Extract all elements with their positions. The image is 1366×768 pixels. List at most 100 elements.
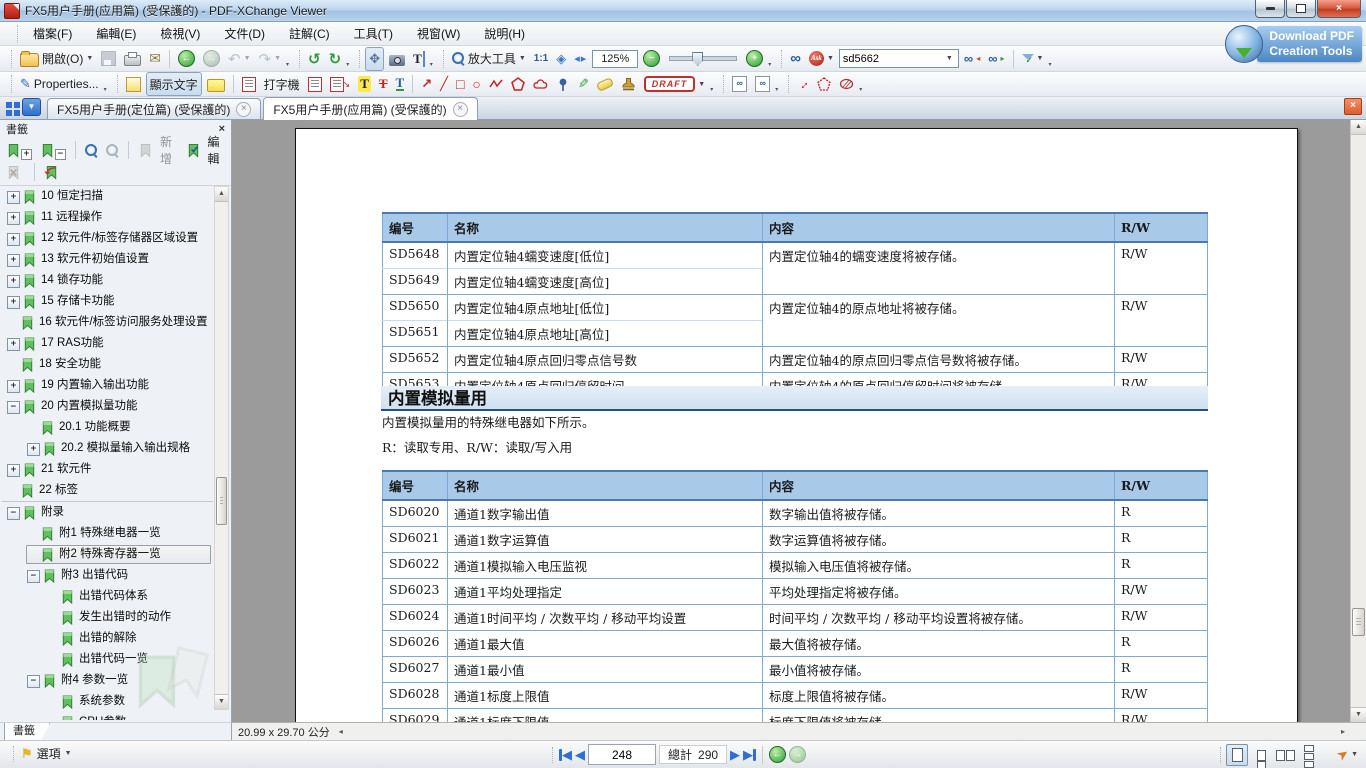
polyline-tool-button[interactable]	[486, 73, 506, 95]
zoom-tool-button[interactable]: 放大工具 ▼	[449, 48, 529, 70]
bookmark-label[interactable]: 出错代码体系	[79, 588, 148, 605]
zoom-slider[interactable]	[669, 56, 737, 61]
tab-grid-icon[interactable]	[5, 101, 20, 116]
hscroll-right-icon[interactable]: ▸	[1338, 727, 1348, 736]
goto-bookmark-button[interactable]	[42, 164, 65, 180]
bookmarks-scrollbar-thumb[interactable]	[216, 477, 227, 525]
tab-doc2-close-icon[interactable]: ×	[453, 102, 468, 117]
bookmark-label[interactable]: 出错的解除	[79, 630, 137, 647]
expand-icon[interactable]: +	[7, 338, 20, 351]
sticky-note-button[interactable]	[123, 73, 144, 95]
select-text-button[interactable]: T	[410, 48, 428, 70]
bookmarks-scrollbar[interactable]: ▲ ▼	[214, 186, 229, 710]
bookmark-item[interactable]: +17 RAS功能	[2, 333, 213, 354]
callout-tool-button[interactable]: ↘	[327, 73, 354, 95]
restore-button[interactable]	[1286, 0, 1316, 18]
collapse-icon[interactable]: −	[7, 507, 20, 520]
expand-icon[interactable]: +	[27, 443, 40, 456]
bookmark-item[interactable]: −附4 参数一览	[2, 670, 213, 691]
download-banner[interactable]: Download PDF Creation Tools	[1225, 25, 1362, 63]
hand-tool-button[interactable]: ✥	[365, 47, 384, 71]
open-button[interactable]: 開啟(O) ▼	[17, 48, 96, 70]
new-bookmark-button[interactable]: 新增	[136, 133, 180, 167]
search-options-button[interactable]: ▼	[1019, 48, 1047, 70]
bookmark-item[interactable]: 出错代码体系	[2, 586, 213, 607]
bookmark-item[interactable]: +21 软元件	[2, 459, 213, 480]
expand-icon[interactable]: +	[7, 191, 20, 204]
bookmark-label[interactable]: 13 软元件初始值设置	[41, 251, 149, 268]
continuous-facing-layout-button[interactable]	[1298, 744, 1320, 766]
menu-comments[interactable]: 註解(C)	[277, 22, 342, 45]
facing-layout-button[interactable]	[1274, 744, 1296, 766]
underline-text-button[interactable]: T	[393, 73, 408, 95]
draft-stamp-button[interactable]: DRAFT ▼	[641, 73, 708, 95]
last-page-button[interactable]: ▶	[743, 747, 756, 763]
go-forward-button[interactable]: →	[200, 48, 223, 70]
bookmark-label[interactable]: 发生出错时的动作	[79, 609, 171, 626]
bookmark-label[interactable]: 附3 出错代码	[61, 567, 128, 584]
bookmark-label[interactable]: 15 存储卡功能	[41, 293, 115, 310]
bookmark-item[interactable]: −附录	[2, 501, 213, 523]
bookmark-label[interactable]: 出错代码一览	[79, 651, 148, 668]
bookmark-label[interactable]: 18 安全功能	[39, 356, 101, 373]
link-tool-button[interactable]: ∞	[729, 73, 750, 95]
undo-button[interactable]: ↶ ▼	[225, 48, 254, 70]
next-view-button[interactable]: →	[789, 746, 806, 763]
bookmark-label[interactable]: 10 恒定扫描	[41, 188, 103, 205]
expand-icon[interactable]: +	[7, 233, 20, 246]
horizontal-scrollbar[interactable]: 20.99 x 29.70 公分 ◂ ▸	[232, 722, 1366, 740]
named-link-tool-button[interactable]: ∞	[752, 73, 773, 95]
bookmark-label[interactable]: 20.1 功能概要	[59, 419, 131, 436]
bookmark-label[interactable]: 11 远程操作	[41, 209, 102, 226]
options-label[interactable]: 選項	[37, 745, 61, 762]
expand-icon[interactable]: +	[7, 380, 20, 393]
close-document-button[interactable]: ×	[1344, 98, 1362, 115]
bookmark-item[interactable]: 系统参数	[2, 691, 213, 712]
zoom-out-button[interactable]: −	[640, 48, 663, 70]
text-block-tool-button[interactable]	[305, 73, 325, 95]
bookmark-item[interactable]: CPU参数	[2, 712, 213, 720]
menu-file[interactable]: 檔案(F)	[21, 22, 84, 45]
continuous-layout-button[interactable]	[1250, 744, 1272, 766]
pencil-tool-button[interactable]: ✎	[575, 73, 592, 95]
text-bubble-button[interactable]	[204, 73, 228, 95]
bookmark-label[interactable]: 21 软元件	[41, 461, 92, 478]
pin-tool-button[interactable]	[553, 73, 573, 95]
tab-doc1[interactable]: FX5用户手册(定位篇) (受保護的) ×	[47, 98, 261, 119]
open-dropdown-icon[interactable]: ▼	[86, 55, 93, 62]
line-tool-button[interactable]: ╱	[437, 73, 451, 95]
save-button[interactable]	[98, 48, 119, 70]
collapse-all-bookmarks-button[interactable]: −	[38, 141, 68, 160]
scroll-down-icon[interactable]: ▼	[1351, 707, 1366, 722]
highlight-text-button[interactable]: T	[355, 73, 374, 95]
draft-dropdown-icon[interactable]: ▼	[698, 81, 705, 88]
typewriter-tool-button[interactable]: 打字機	[261, 73, 303, 95]
toolbar-overflow-icon[interactable]: ▾	[104, 86, 107, 93]
bookmark-item[interactable]: 18 安全功能	[2, 354, 213, 375]
cloud-tool-button[interactable]	[530, 73, 551, 95]
toolbar-overflow-icon[interactable]: ▾	[1048, 61, 1051, 68]
redo-button[interactable]: ↷ ▼	[256, 48, 285, 70]
eraser-tool-button[interactable]	[594, 73, 616, 95]
stamp-tool-button[interactable]	[618, 73, 639, 95]
textbox-tool-button[interactable]	[239, 73, 259, 95]
bookmark-label[interactable]: 22 标签	[39, 482, 78, 499]
toolbar-overflow-icon[interactable]: ▾	[346, 61, 349, 68]
show-text-button[interactable]: 顯示文字	[146, 72, 202, 96]
rotate-ccw-button[interactable]: ↺	[305, 48, 324, 70]
polygon-tool-button[interactable]	[508, 73, 528, 95]
zoom-slider-thumb[interactable]	[692, 52, 703, 66]
zoom-tool-dropdown-icon[interactable]: ▼	[519, 55, 526, 62]
bookmark-item[interactable]: +14 锁存功能	[2, 270, 213, 291]
zoom-in-button[interactable]: +	[743, 48, 766, 70]
search-options-dropdown-icon[interactable]: ▼	[1037, 55, 1044, 62]
bookmark-item[interactable]: 附2 特殊寄存器一览	[2, 544, 213, 565]
expand-icon[interactable]: +	[7, 212, 20, 225]
bookmark-label[interactable]: 附2 特殊寄存器一览	[59, 546, 161, 563]
rectangle-tool-button[interactable]: □	[453, 73, 467, 95]
options-dropdown-icon[interactable]: ▼	[65, 750, 72, 757]
previous-page-button[interactable]: ◀	[575, 747, 585, 763]
bookmark-item[interactable]: 发生出错时的动作	[2, 607, 213, 628]
expand-icon[interactable]: +	[7, 275, 20, 288]
bookmark-zoom-out-button[interactable]	[104, 144, 121, 157]
